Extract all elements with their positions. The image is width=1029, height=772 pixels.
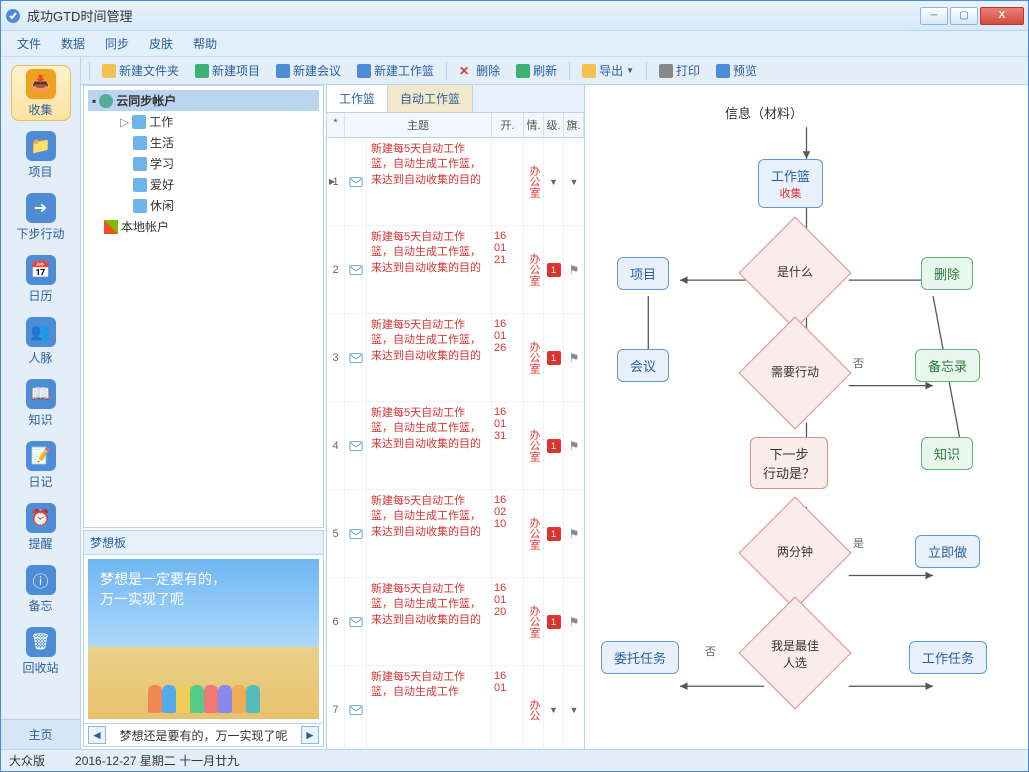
flow-project: 项目	[617, 257, 669, 290]
close-button[interactable]: X	[980, 7, 1024, 25]
flow-do: 立即做	[915, 535, 980, 568]
table-row[interactable]: ▶1新建每5天自动工作篮，自动生成工作篮，来达到自动收集的目的办公室▼▼	[327, 138, 584, 226]
dream-next[interactable]: ►	[301, 726, 319, 744]
left-nav: 📥收集 📁项目 ➜下步行动 📅日历 👥人脉 📖知识 📝日记 ⏰提醒 ⓘ备忘 🗑回…	[1, 57, 81, 749]
tree-local[interactable]: 本地帐户	[104, 216, 319, 237]
flow-knowledge: 知识	[921, 437, 973, 470]
menu-data[interactable]: 数据	[53, 33, 93, 54]
delete-icon: ✕	[459, 64, 473, 78]
export-icon	[582, 64, 596, 78]
table-row[interactable]: 3新建每5天自动工作篮，自动生成工作篮，来达到自动收集的目的16 01 26办公…	[327, 314, 584, 402]
nav-collect[interactable]: 📥收集	[11, 65, 71, 121]
tb-print[interactable]: 打印	[653, 60, 706, 81]
app-icon	[5, 8, 21, 24]
nav-memo[interactable]: ⓘ备忘	[11, 561, 71, 617]
basket-icon	[357, 64, 371, 78]
tb-new-project[interactable]: 新建项目	[189, 60, 266, 81]
window-title: 成功GTD时间管理	[27, 6, 920, 25]
tb-preview[interactable]: 预览	[710, 60, 763, 81]
project-icon	[195, 64, 209, 78]
dream-prev[interactable]: ◄	[88, 726, 106, 744]
nav-trash[interactable]: 🗑回收站	[11, 623, 71, 679]
flow-delegate: 委托任务	[601, 641, 679, 674]
tree-item[interactable]: 休闲	[120, 195, 319, 216]
print-icon	[659, 64, 673, 78]
tab-auto-basket[interactable]: 自动工作篮	[388, 85, 473, 112]
table-row[interactable]: 7新建每5天自动工作篮，自动生成工作16 01办公▼▼	[327, 666, 584, 749]
tree-pane[interactable]: ▪云同步帐户 ▷工作 生活 学习 爱好 休闲 本地帐户	[83, 85, 324, 528]
tree-item[interactable]: 爱好	[120, 174, 319, 195]
status-edition: 大众版	[9, 752, 45, 769]
flow-memo: 备忘录	[915, 349, 980, 382]
flow-meeting: 会议	[617, 349, 669, 382]
dream-image[interactable]: 梦想是一定要有的， 万一实现了呢	[88, 559, 319, 719]
menubar: 文件 数据 同步 皮肤 帮助	[1, 31, 1028, 57]
dream-panel: 梦想板 梦想是一定要有的， 万一实现了呢 ◄ 梦想还是要有的，万一实现了呢	[83, 530, 324, 747]
menu-sync[interactable]: 同步	[97, 33, 137, 54]
flow-basket: 工作篮收集	[758, 159, 823, 208]
nav-diary[interactable]: 📝日记	[11, 437, 71, 493]
nav-reminder[interactable]: ⏰提醒	[11, 499, 71, 555]
flowchart-pane: 信息（材料） 工作篮收集 是什么 项目 删除 会议 需要行动 否 备忘录 下一步…	[585, 85, 1028, 749]
folder-icon	[133, 136, 147, 150]
tb-new-meeting[interactable]: 新建会议	[270, 60, 347, 81]
table-row[interactable]: 5新建每5天自动工作篮，自动生成工作篮，来达到自动收集的目的16 02 10办公…	[327, 490, 584, 578]
folder-icon	[133, 199, 147, 213]
tab-basket[interactable]: 工作篮	[327, 85, 388, 112]
minimize-button[interactable]: ─	[920, 7, 948, 25]
nav-calendar[interactable]: 📅日历	[11, 251, 71, 307]
tb-export[interactable]: 导出▼	[576, 60, 640, 81]
tb-refresh[interactable]: 刷新	[510, 60, 563, 81]
flow-next: 下一步 行动是？	[750, 437, 828, 489]
nav-contacts[interactable]: 👥人脉	[11, 313, 71, 369]
windows-icon	[104, 220, 118, 234]
refresh-icon	[516, 64, 530, 78]
menu-help[interactable]: 帮助	[185, 33, 225, 54]
tree-item[interactable]: ▷工作	[120, 111, 319, 132]
meeting-icon	[276, 64, 290, 78]
tb-delete[interactable]: ✕删除	[453, 60, 506, 81]
nav-next[interactable]: ➜下步行动	[11, 189, 71, 245]
maximize-button[interactable]: ▢	[950, 7, 978, 25]
status-date: 2016-12-27 星期二 十一月廿九	[75, 752, 239, 769]
tb-new-folder[interactable]: 新建文件夹	[96, 60, 185, 81]
grid-rows[interactable]: ▶1新建每5天自动工作篮，自动生成工作篮，来达到自动收集的目的办公室▼▼2新建每…	[327, 138, 584, 749]
folder-icon	[133, 157, 147, 171]
tree-root[interactable]: ▪云同步帐户	[88, 90, 319, 111]
nav-knowledge[interactable]: 📖知识	[11, 375, 71, 431]
nav-project[interactable]: 📁项目	[11, 127, 71, 183]
tree-item[interactable]: 学习	[120, 153, 319, 174]
statusbar: 大众版 2016-12-27 星期二 十一月廿九	[1, 749, 1028, 771]
folder-icon	[133, 178, 147, 192]
folder-icon	[132, 115, 146, 129]
menu-skin[interactable]: 皮肤	[141, 33, 181, 54]
flow-delete: 删除	[921, 257, 973, 290]
nav-tab-home[interactable]: 主页	[1, 720, 80, 749]
table-row[interactable]: 6新建每5天自动工作篮，自动生成工作篮，来达到自动收集的目的16 01 20办公…	[327, 578, 584, 666]
folder-icon	[102, 64, 116, 78]
toolbar: 新建文件夹 新建项目 新建会议 新建工作篮 ✕删除 刷新 导出▼ 打印 预览	[81, 57, 1028, 85]
table-row[interactable]: 4新建每5天自动工作篮，自动生成工作篮，来达到自动收集的目的16 01 31办公…	[327, 402, 584, 490]
flow-task: 工作任务	[909, 641, 987, 674]
dream-caption: 梦想还是要有的，万一实现了呢	[110, 727, 297, 744]
table-row[interactable]: 2新建每5天自动工作篮，自动生成工作篮，来达到自动收集的目的16 01 21办公…	[327, 226, 584, 314]
tree-item[interactable]: 生活	[120, 132, 319, 153]
menu-file[interactable]: 文件	[9, 33, 49, 54]
grid-header: * 主题 开. 情. 级. 旗.	[327, 113, 584, 138]
titlebar: 成功GTD时间管理 ─ ▢ X	[1, 1, 1028, 31]
flow-top: 信息（材料）	[725, 103, 803, 122]
cloud-icon	[99, 94, 113, 108]
tb-new-basket[interactable]: 新建工作篮	[351, 60, 440, 81]
preview-icon	[716, 64, 730, 78]
dream-title: 梦想板	[84, 531, 323, 555]
